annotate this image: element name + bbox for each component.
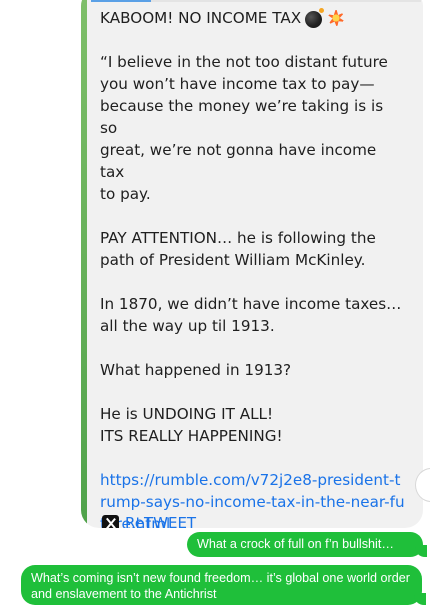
post-quote: “I believe in the not too distant future…	[100, 53, 388, 203]
post-paragraph: In 1870, we didn’t have income taxes… al…	[100, 295, 402, 335]
sent-message-bubble[interactable]: What’s coming isn’t new found freedom… i…	[21, 565, 426, 605]
conversation-view: KABOOM! NO INCOME TAX “I believe in the …	[0, 0, 430, 609]
post-paragraph: What happened in 1913?	[100, 361, 292, 379]
post-headline-row: KABOOM! NO INCOME TAX	[100, 7, 405, 29]
message-text: What’s coming isn’t new found freedom… i…	[31, 571, 410, 601]
x-logo-icon	[102, 514, 119, 528]
source-label: ReTWEET	[125, 514, 197, 528]
media-preview-highlight	[91, 0, 151, 2]
post-paragraph: He is UNDOING IT ALL! ITS REALLY HAPPENI…	[100, 405, 283, 445]
collision-icon	[326, 8, 347, 28]
post-body: KABOOM! NO INCOME TAX “I believe in the …	[100, 7, 405, 528]
bubble-tail	[414, 593, 426, 605]
post-paragraph: PAY ATTENTION… he is following the path …	[100, 229, 376, 269]
bubble-tail	[415, 545, 427, 557]
forwarded-post-bubble[interactable]: KABOOM! NO INCOME TAX “I believe in the …	[81, 0, 423, 528]
message-text: What a crock of full on f’n bullshit…	[197, 537, 394, 551]
source-attribution[interactable]: ReTWEET	[102, 514, 196, 528]
sent-message-bubble[interactable]: What a crock of full on f’n bullshit…	[187, 532, 427, 557]
bomb-icon	[305, 8, 325, 28]
forward-accent-bar	[81, 0, 87, 528]
post-headline: KABOOM! NO INCOME TAX	[100, 9, 302, 27]
